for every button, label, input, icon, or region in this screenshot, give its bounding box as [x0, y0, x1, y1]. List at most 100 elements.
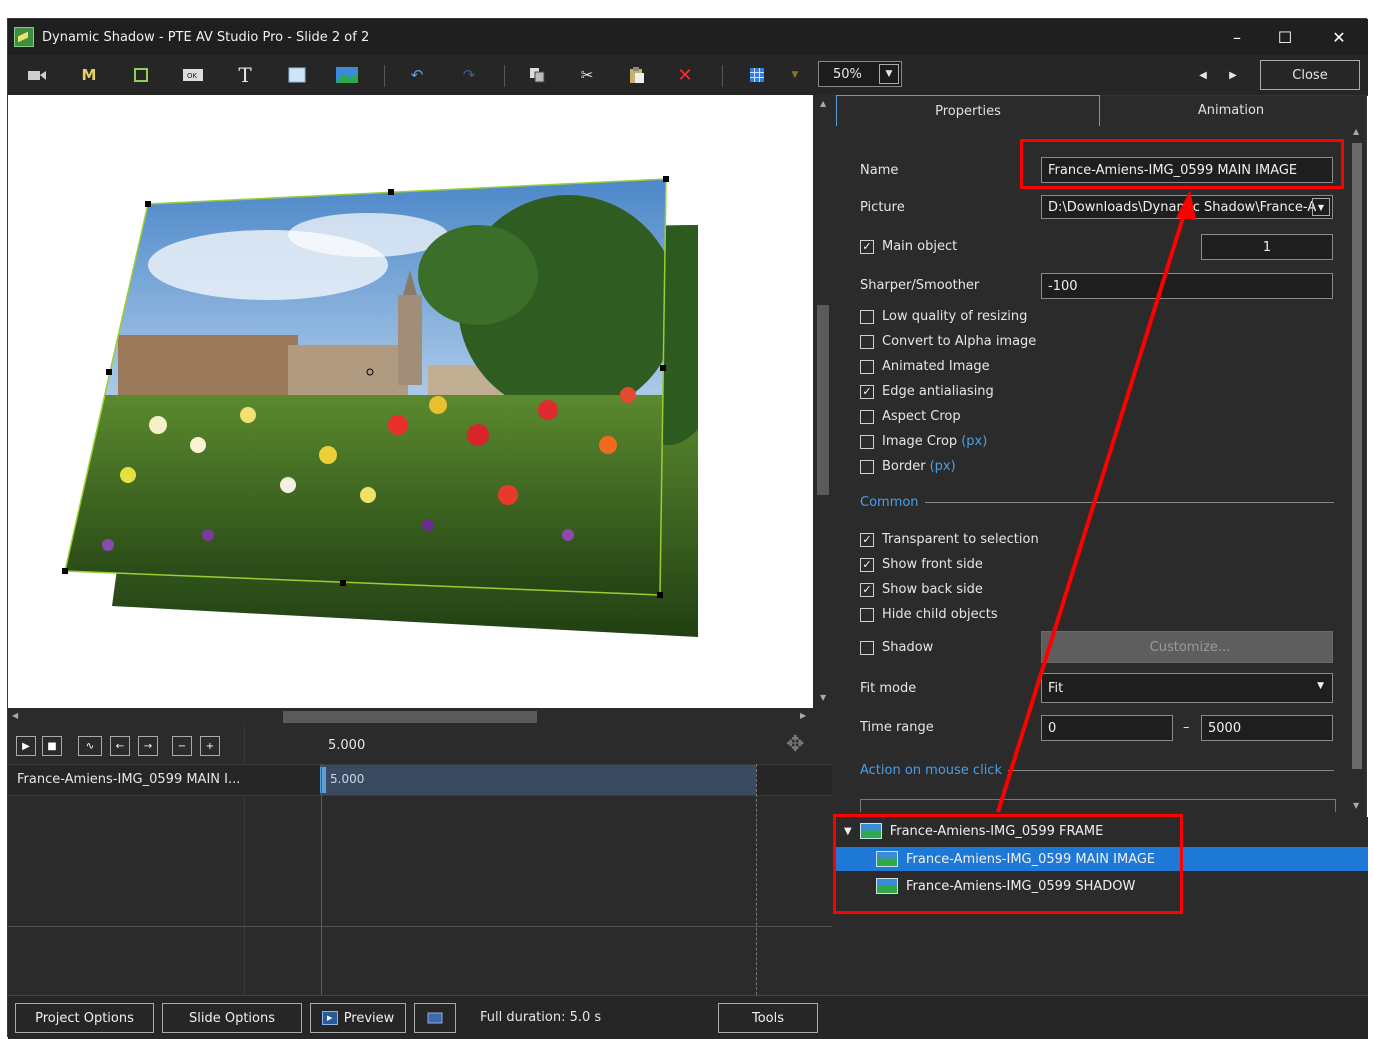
checkbox-label: Hide child objects	[882, 607, 998, 622]
scroll-up-icon[interactable]: ▲	[820, 99, 826, 108]
sharper-smoother-input[interactable]: -100	[1041, 273, 1333, 299]
object-tree: ▼ France-Amiens-IMG_0599 FRAME France-Am…	[836, 817, 1368, 995]
image-icon	[859, 823, 882, 839]
main-object-checkbox[interactable]: ✓ Main object	[860, 239, 957, 254]
checkbox-box	[860, 607, 874, 622]
tree-item-shadow[interactable]: France-Amiens-IMG_0599 SHADOW	[876, 874, 1135, 898]
ruler-time: 5.000	[328, 738, 366, 753]
name-input[interactable]: France-Amiens-IMG_0599 MAIN IMAGE	[1041, 157, 1333, 183]
app-window: Dynamic Shadow - PTE AV Studio Pro - Sli…	[7, 18, 1368, 1039]
edge-antialiasing-checkbox[interactable]: ✓ Edge antialiasing	[860, 384, 994, 399]
scrollbar-thumb[interactable]	[283, 711, 537, 723]
main-object-number-field[interactable]: 1	[1201, 234, 1333, 260]
picture-select[interactable]: D:\Downloads\Dynamic Shadow\France-A ▼	[1041, 195, 1333, 219]
scrollbar-thumb[interactable]	[817, 305, 829, 495]
stop-icon[interactable]: ■	[42, 736, 62, 756]
arrow-left-icon[interactable]: ←	[110, 736, 130, 756]
customize-button[interactable]: Customize...	[1041, 631, 1333, 663]
camera-icon[interactable]	[26, 65, 48, 85]
minimize-button[interactable]: –	[1214, 19, 1260, 55]
screen-icon[interactable]	[414, 1003, 456, 1033]
window-title: Dynamic Shadow - PTE AV Studio Pro - Sli…	[42, 29, 370, 45]
chevron-down-icon[interactable]: ▼	[1317, 681, 1324, 691]
delete-icon[interactable]: ✕	[674, 65, 696, 86]
scroll-left-icon[interactable]: ◀	[12, 711, 18, 720]
preview-button[interactable]: ▶ Preview	[310, 1003, 406, 1033]
move-cross-icon[interactable]: ✥	[786, 732, 804, 757]
button-object-icon[interactable]: OK	[182, 65, 204, 85]
scroll-right-icon[interactable]: ▶	[800, 711, 806, 720]
sharper-smoother-label: Sharper/Smoother	[860, 278, 980, 293]
aspect-crop-checkbox[interactable]: Aspect Crop	[860, 409, 961, 424]
waveform-icon[interactable]: ∿	[78, 736, 102, 756]
prev-slide-icon[interactable]: ◀	[1192, 65, 1214, 85]
arrow-right-icon[interactable]: →	[138, 736, 158, 756]
shadow-checkbox[interactable]: Shadow	[860, 640, 933, 655]
close-button[interactable]: Close	[1260, 60, 1360, 90]
cut-icon[interactable]: ✂	[576, 65, 598, 85]
hide-child-objects-checkbox[interactable]: Hide child objects	[860, 607, 998, 622]
maximize-button[interactable]: ☐	[1262, 19, 1308, 55]
paste-icon[interactable]	[626, 65, 648, 85]
zoom-out-icon[interactable]: −	[172, 736, 192, 756]
scroll-up-icon[interactable]: ▲	[1353, 127, 1359, 136]
next-slide-icon[interactable]: ▶	[1222, 65, 1244, 85]
checkbox-label: Shadow	[882, 640, 934, 655]
rectangle-icon[interactable]	[286, 65, 308, 85]
slide-options-button[interactable]: Slide Options	[162, 1003, 302, 1033]
canvas-horizontal-scrollbar[interactable]: ◀ ▶	[8, 708, 813, 726]
tools-button[interactable]: Tools	[718, 1003, 818, 1033]
slide-preview[interactable]	[8, 95, 813, 708]
px-unit-link[interactable]: (px)	[930, 459, 956, 474]
tree-item-label: France-Amiens-IMG_0599 FRAME	[889, 823, 1104, 839]
canvas-vertical-scrollbar[interactable]: ▲ ▼	[814, 95, 832, 708]
properties-scrollbar[interactable]: ▲ ▼	[1348, 125, 1366, 815]
project-options-button[interactable]: Project Options	[15, 1003, 154, 1033]
fit-mode-select[interactable]: Fit ▼	[1041, 673, 1333, 703]
tree-item-main-image[interactable]: France-Amiens-IMG_0599 MAIN IMAGE	[836, 847, 1368, 871]
copy-icon[interactable]	[526, 65, 548, 85]
animated-image-checkbox[interactable]: Animated Image	[860, 359, 990, 374]
checkbox-box	[860, 459, 874, 474]
px-unit-link[interactable]: (px)	[961, 434, 987, 449]
time-range-from-input[interactable]: 0	[1041, 715, 1173, 741]
action-select-partial[interactable]	[860, 799, 1336, 812]
tab-animation[interactable]: Animation	[1100, 95, 1362, 125]
timeline-divider	[8, 926, 832, 927]
redo-icon[interactable]: ↷	[458, 65, 480, 85]
grid-icon[interactable]	[746, 65, 768, 85]
scrollbar-thumb[interactable]	[1352, 143, 1362, 769]
grid-dropdown-icon[interactable]: ▼	[784, 65, 806, 85]
image-crop-checkbox[interactable]: Image Crop (px)	[860, 434, 987, 449]
checkbox-label: Show back side	[882, 582, 983, 597]
zoom-in-icon[interactable]: +	[200, 736, 220, 756]
toolbar-separator	[504, 65, 505, 87]
show-front-side-checkbox[interactable]: ✓ Show front side	[860, 557, 983, 572]
zoom-select[interactable]: 50% ▼	[818, 61, 902, 87]
checkbox-label: Border	[882, 459, 926, 474]
undo-icon[interactable]: ↶	[406, 65, 428, 85]
convert-alpha-checkbox[interactable]: Convert to Alpha image	[860, 334, 1036, 349]
chevron-down-icon[interactable]: ▼	[879, 64, 899, 84]
close-window-button[interactable]: ✕	[1316, 19, 1362, 55]
show-back-side-checkbox[interactable]: ✓ Show back side	[860, 582, 983, 597]
playhead[interactable]	[321, 764, 322, 995]
image-icon[interactable]	[336, 65, 358, 85]
frame-icon[interactable]	[130, 65, 152, 85]
chevron-down-icon[interactable]: ▼	[844, 826, 852, 837]
scroll-down-icon[interactable]: ▼	[1353, 801, 1359, 810]
timeline-clip[interactable]: 5.000	[320, 765, 756, 795]
low-quality-resizing-checkbox[interactable]: Low quality of resizing	[860, 309, 1027, 324]
time-range-to-input[interactable]: 5000	[1201, 715, 1333, 741]
tab-properties[interactable]: Properties	[836, 95, 1100, 126]
tree-item-label: France-Amiens-IMG_0599 MAIN IMAGE	[906, 851, 1156, 867]
transparent-selection-checkbox[interactable]: ✓ Transparent to selection	[860, 532, 1039, 547]
text-icon[interactable]: T	[234, 63, 256, 87]
tree-item-frame[interactable]: ▼ France-Amiens-IMG_0599 FRAME	[844, 819, 1103, 843]
border-checkbox[interactable]: Border (px)	[860, 459, 956, 474]
mask-icon[interactable]: M	[78, 65, 100, 85]
scroll-down-icon[interactable]: ▼	[820, 693, 826, 702]
play-icon[interactable]: ▶	[16, 736, 36, 756]
chevron-down-icon[interactable]: ▼	[1312, 198, 1330, 216]
slide-canvas[interactable]	[8, 95, 813, 708]
